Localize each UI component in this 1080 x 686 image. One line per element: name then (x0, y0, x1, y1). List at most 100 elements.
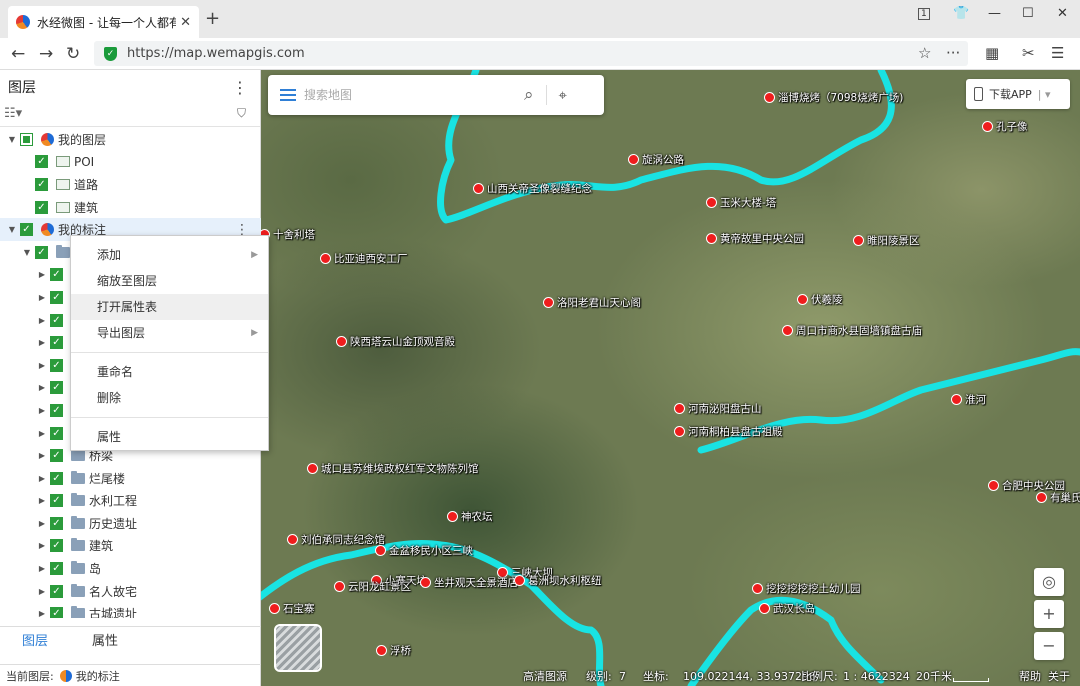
poi-dot-icon[interactable] (307, 463, 318, 474)
caret-right-icon[interactable]: ▶ (36, 519, 48, 528)
poi-marker[interactable]: 河南桐柏县盘古祖殿 (674, 424, 783, 439)
poi-marker[interactable]: 淄博烧烤（7098烧烤广场) (764, 90, 903, 105)
poi-label[interactable]: 洛阳老君山天心阁 (557, 295, 641, 310)
poi-marker[interactable]: 淮河 (951, 392, 986, 407)
caret-right-icon[interactable]: ▶ (36, 609, 48, 618)
layer-checkbox[interactable]: ✓ (50, 539, 63, 553)
search-icon[interactable]: ⌕ (524, 85, 534, 105)
poi-dot-icon[interactable] (628, 154, 639, 165)
poi-marker[interactable]: 坐井观天全景酒店 (420, 575, 518, 590)
poi-marker[interactable]: 石宝寨 (269, 601, 315, 616)
layer-tree-row[interactable]: ▶ ✓ 历史遗址 (0, 512, 261, 535)
layer-tree-row[interactable]: ▶ ✓ 烂尾楼 (0, 467, 261, 490)
poi-dot-icon[interactable] (287, 534, 298, 545)
map-source[interactable]: 高清图源 (523, 668, 567, 684)
layer-checkbox[interactable]: ✓ (50, 607, 63, 618)
location-pin-icon[interactable]: ⌖ (559, 86, 567, 104)
poi-label[interactable]: 陕西塔云山金顶观音殿 (350, 334, 455, 349)
poi-dot-icon[interactable] (320, 253, 331, 264)
poi-label[interactable]: 玉米大楼-塔 (720, 195, 776, 210)
poi-dot-icon[interactable] (336, 336, 347, 347)
poi-label[interactable]: 淮河 (965, 392, 986, 407)
layer-tree-row[interactable]: ▶ ✓ 古城遗址 (0, 602, 261, 618)
poi-label[interactable]: 武汉长岛 (773, 601, 815, 616)
poi-label[interactable]: 睢阳陵景区 (867, 233, 920, 248)
layer-checkbox[interactable] (20, 132, 33, 146)
layer-checkbox[interactable]: ✓ (50, 403, 63, 417)
poi-dot-icon[interactable] (797, 294, 808, 305)
poi-dot-icon[interactable] (988, 480, 999, 491)
poi-marker[interactable]: 浮桥 (376, 643, 411, 658)
filter-icon[interactable]: ⛉ (237, 106, 246, 121)
locate-icon[interactable]: ◎ (1034, 568, 1064, 596)
poi-marker[interactable]: 周口市商水县固墙镇盘古庙 (782, 323, 922, 338)
caret-right-icon[interactable]: ▶ (36, 270, 48, 279)
about-link[interactable]: 关于 (1048, 668, 1070, 684)
poi-marker[interactable]: 十舍利塔 (261, 227, 315, 242)
caret-down-icon[interactable]: ▼ (6, 225, 18, 234)
caret-right-icon[interactable]: ▶ (36, 496, 48, 505)
zoom-in-button[interactable]: + (1034, 600, 1064, 628)
layer-checkbox[interactable]: ✓ (50, 426, 63, 440)
forward-icon[interactable]: → (39, 44, 53, 64)
caret-right-icon[interactable]: ▶ (36, 429, 48, 438)
context-menu-item[interactable]: 导出图层 ▶ (71, 320, 268, 346)
map-view[interactable]: 淄博烧烤（7098烧烤广场) 孔子像 旋涡公路 山西关帝圣像裂缝纪念 玉米大楼-塔 黄帝故… (261, 70, 1080, 686)
browser-tab[interactable]: 水经微图 - 让每一个人都有自 ✕ (8, 6, 199, 38)
poi-marker[interactable]: 云阳龙缸景区 (334, 579, 411, 594)
layer-checkbox[interactable]: ✓ (50, 562, 63, 576)
poi-label[interactable]: 云阳龙缸景区 (348, 579, 411, 594)
poi-marker[interactable]: 有巢氏 (1036, 490, 1080, 505)
poi-dot-icon[interactable] (1036, 492, 1047, 503)
poi-dot-icon[interactable] (759, 603, 770, 614)
poi-label[interactable]: 挖挖挖挖挖土幼儿园 (766, 581, 861, 596)
layer-tree-row[interactable]: ✓ 建筑 (0, 196, 261, 219)
poi-marker[interactable]: 旋涡公路 (628, 152, 684, 167)
download-app-button[interactable]: 下载APP | ▾ (966, 79, 1070, 109)
layer-checkbox[interactable]: ✓ (50, 336, 63, 350)
poi-marker[interactable]: 金盆移民小区三峡 (375, 543, 473, 558)
list-view-icon[interactable]: ☷▾ (4, 106, 22, 121)
context-menu-item[interactable]: 添加 ▶ (71, 242, 268, 268)
poi-label[interactable]: 坐井观天全景酒店 (434, 575, 518, 590)
context-menu-item[interactable]: 打开属性表 (71, 294, 268, 320)
layer-checkbox[interactable]: ✓ (50, 313, 63, 327)
poi-dot-icon[interactable] (674, 426, 685, 437)
browser-menu-icon[interactable]: ☰ (1051, 44, 1064, 62)
tab-count-icon[interactable]: 1 (918, 8, 930, 20)
layer-tree-row[interactable]: ▶ ✓ 建筑 (0, 535, 261, 558)
poi-marker[interactable]: 刘伯承同志纪念馆 (287, 532, 385, 547)
layer-checkbox[interactable]: ✓ (50, 381, 63, 395)
poi-dot-icon[interactable] (706, 233, 717, 244)
caret-right-icon[interactable]: ▶ (36, 338, 48, 347)
layer-checkbox[interactable]: ✓ (35, 245, 48, 259)
layer-checkbox[interactable]: ✓ (35, 177, 48, 191)
layer-checkbox[interactable]: ✓ (35, 155, 48, 169)
url-field[interactable]: ✓ https://map.wemapgis.com (94, 41, 968, 66)
panel-menu-icon[interactable]: ⋮ (232, 78, 248, 97)
poi-marker[interactable]: 神农坛 (447, 509, 493, 524)
caret-down-icon[interactable]: ▼ (21, 248, 33, 257)
apps-grid-icon[interactable]: ▦ (985, 44, 999, 62)
poi-marker[interactable]: 伏羲陵 (797, 292, 843, 307)
poi-dot-icon[interactable] (375, 545, 386, 556)
poi-marker[interactable]: 武汉长岛 (759, 601, 815, 616)
caret-right-icon[interactable]: ▶ (36, 541, 48, 550)
close-window-icon[interactable]: ✕ (1057, 6, 1068, 21)
layer-checkbox[interactable]: ✓ (50, 471, 63, 485)
poi-marker[interactable]: 山西关帝圣像裂缝纪念 (473, 181, 592, 196)
poi-dot-icon[interactable] (752, 583, 763, 594)
search-input[interactable] (304, 88, 514, 102)
tab-attributes[interactable]: 属性 (70, 627, 140, 658)
poi-label[interactable]: 山西关帝圣像裂缝纪念 (487, 181, 592, 196)
poi-label[interactable]: 比亚迪西安工厂 (334, 251, 408, 266)
shirt-icon[interactable]: 👕 (953, 6, 969, 21)
layer-checkbox[interactable]: ✓ (20, 223, 33, 237)
poi-label[interactable]: 周口市商水县固墙镇盘古庙 (796, 323, 922, 338)
poi-dot-icon[interactable] (706, 197, 717, 208)
caret-right-icon[interactable]: ▶ (36, 451, 48, 460)
layer-tree-row[interactable]: ✓ POI (0, 151, 261, 174)
poi-marker[interactable]: 挖挖挖挖挖土幼儿园 (752, 581, 861, 596)
layer-checkbox[interactable]: ✓ (50, 449, 63, 463)
layer-checkbox[interactable]: ✓ (50, 290, 63, 304)
